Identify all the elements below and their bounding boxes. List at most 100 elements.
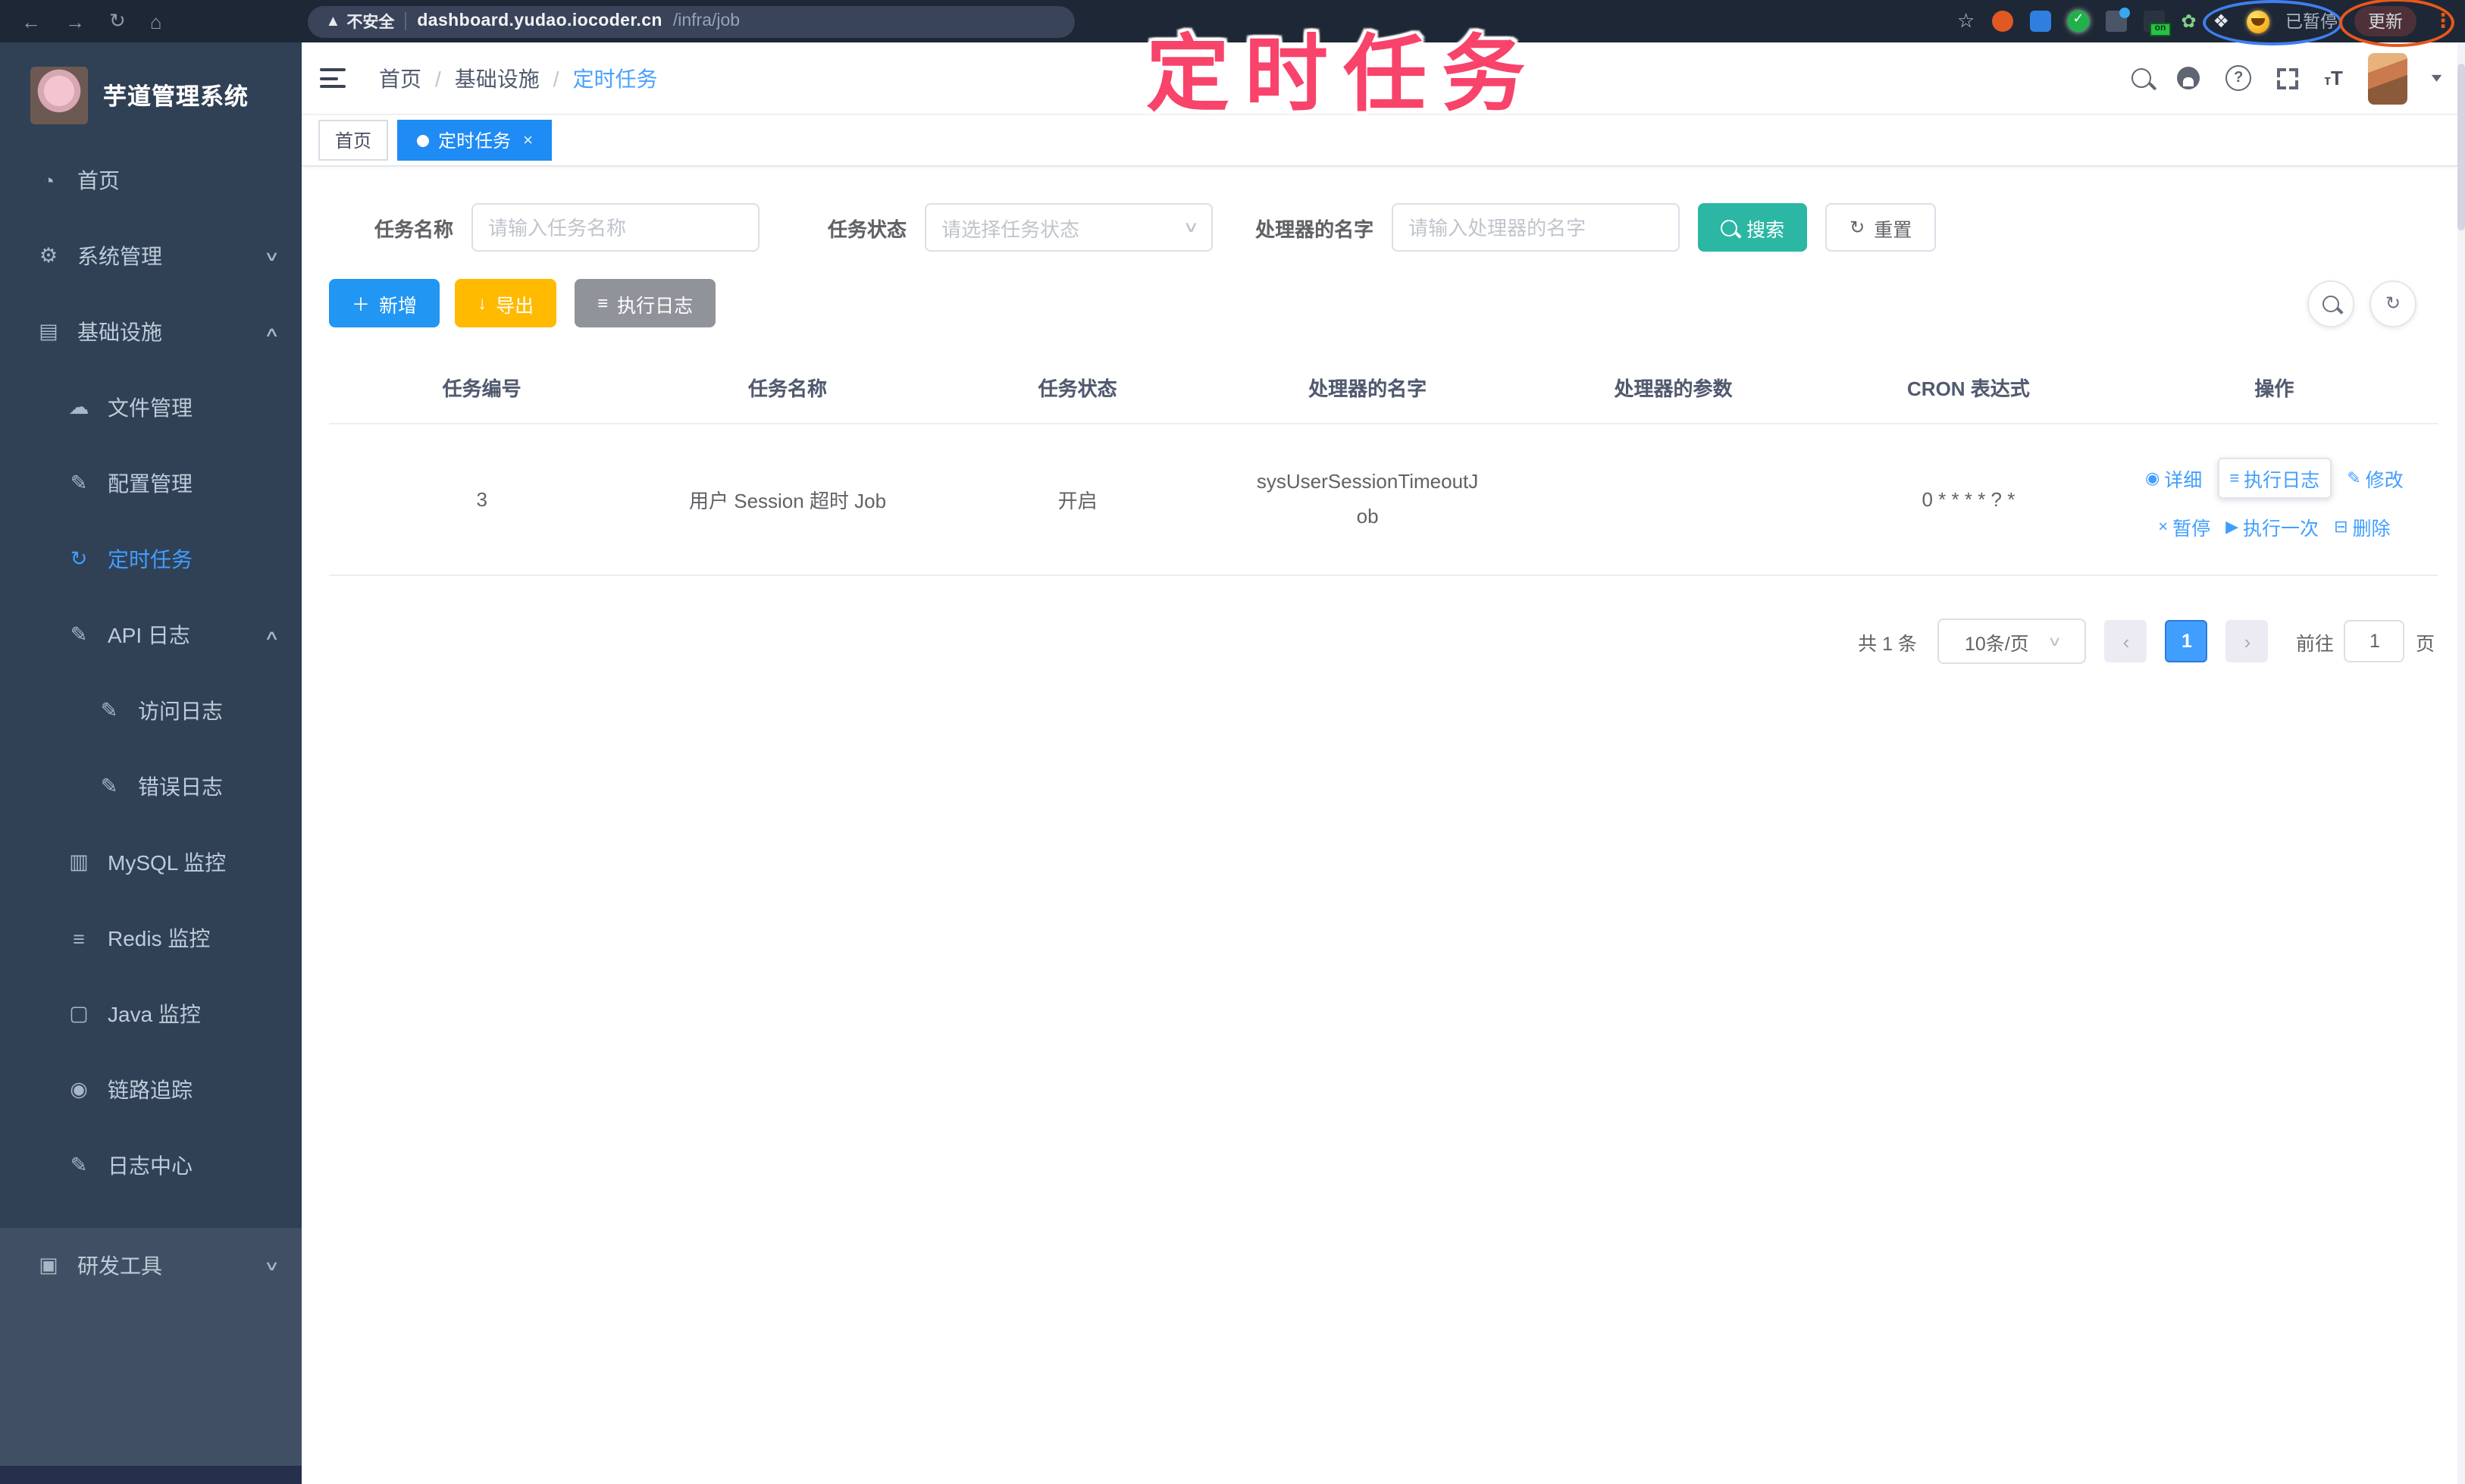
prev-page-button[interactable]: ‹ xyxy=(2104,620,2147,662)
scrollbar[interactable] xyxy=(2457,42,2465,1484)
address-bar[interactable]: ▲ 不安全 dashboard.yudao.iocoder.cn/infra/j… xyxy=(307,5,1075,37)
sidebar-item-label: 基础设施 xyxy=(77,320,162,344)
help-icon[interactable]: ? xyxy=(2225,65,2252,91)
sidebar-item-home[interactable]: ◔ 首页 xyxy=(0,142,302,218)
next-page-button[interactable]: › xyxy=(2225,620,2269,662)
profile-emoji-avatar[interactable] xyxy=(2246,10,2269,33)
handler-name-input[interactable] xyxy=(1392,203,1680,252)
close-icon: × xyxy=(2158,518,2169,536)
col-cron: CRON 表达式 xyxy=(1826,352,2111,424)
exec-log-button[interactable]: ≡ 执行日志 xyxy=(575,279,716,327)
delete-link[interactable]: ⊟ 删除 xyxy=(2334,512,2390,541)
browser-toolbar: ← → ↻ ⌂ ▲ 不安全 dashboard.yudao.iocoder.cn… xyxy=(0,0,2465,47)
pagination: 共 1 条 10条/页 ∨ ‹ 1 › 前往 页 xyxy=(329,618,2438,664)
sidebar-item-tracing[interactable]: ◉ 链路追踪 xyxy=(0,1052,302,1128)
extension-icon[interactable] xyxy=(2029,11,2051,32)
sidebar-item-dev-tools[interactable]: ▣ 研发工具 ∨ xyxy=(0,1228,302,1304)
breadcrumb-infra[interactable]: 基础设施 xyxy=(455,63,540,93)
edit-link[interactable]: ✎ 修改 xyxy=(2347,464,2403,493)
breadcrumb-home[interactable]: 首页 xyxy=(379,63,421,93)
sidebar-item-label: 配置管理 xyxy=(108,471,193,496)
app-title: 芋道管理系统 xyxy=(103,85,249,111)
page-1-button[interactable]: 1 xyxy=(2165,620,2208,662)
divider xyxy=(405,12,407,30)
extensions-puzzle-icon[interactable]: ❖ xyxy=(2213,11,2229,32)
sidebar-item-config-manage[interactable]: ✎ 配置管理 xyxy=(0,446,302,521)
run-once-link[interactable]: ▶ 执行一次 xyxy=(2225,512,2319,541)
sidebar-item-label: 定时任务 xyxy=(108,547,193,571)
pause-link[interactable]: × 暂停 xyxy=(2158,512,2210,541)
add-button-label: 新增 xyxy=(379,295,418,316)
list-icon: ≡ xyxy=(2229,469,2240,487)
sidebar-item-infra[interactable]: ▤ 基础设施 ∧ xyxy=(0,294,302,370)
reset-button[interactable]: ↻ 重置 xyxy=(1825,203,1937,252)
refresh-button[interactable]: ↻ xyxy=(2369,280,2416,327)
detail-link[interactable]: ◉ 详细 xyxy=(2145,464,2202,493)
bookmark-star-icon[interactable]: ☆ xyxy=(1957,9,1975,33)
download-icon: ↓ xyxy=(478,293,487,314)
extension-icon[interactable] xyxy=(1991,11,2013,32)
extension-icon[interactable]: ✿ xyxy=(2181,11,2196,32)
sidebar-item-scheduled-jobs[interactable]: ↻ 定时任务 xyxy=(0,521,302,597)
user-avatar[interactable] xyxy=(2368,52,2408,104)
task-status-select[interactable]: 请选择任务状态 ∨ xyxy=(925,203,1214,252)
export-button[interactable]: ↓ 导出 xyxy=(455,279,557,327)
page-content: 任务名称 任务状态 请选择任务状态 ∨ 处理器的名字 搜索 xyxy=(302,167,2465,1484)
log-icon: ✎ xyxy=(100,699,118,722)
tab-scheduled-jobs[interactable]: 定时任务 × xyxy=(397,120,553,161)
font-size-icon[interactable]: тT xyxy=(2324,67,2343,89)
hide-search-button[interactable] xyxy=(2307,280,2354,327)
browser-forward-icon[interactable]: → xyxy=(65,10,85,33)
app-logo-row[interactable]: 芋道管理系统 xyxy=(0,42,302,142)
app-header: 首页 / 基础设施 / 定时任务 ? тT ▾ xyxy=(302,42,2465,115)
browser-home-icon[interactable]: ⌂ xyxy=(150,10,162,33)
col-actions: 操作 xyxy=(2110,352,2438,424)
chevron-down-icon[interactable]: ▾ xyxy=(2432,70,2443,86)
scrollbar-thumb[interactable] xyxy=(2457,64,2465,230)
github-icon[interactable] xyxy=(2177,67,2200,89)
plus-icon: ＋ xyxy=(352,293,371,315)
goto-page-input[interactable] xyxy=(2344,620,2405,662)
app-logo xyxy=(30,67,88,124)
close-icon[interactable]: × xyxy=(523,131,533,149)
sync-paused-label: 已暂停 xyxy=(2285,14,2338,32)
sidebar-bottom-strip xyxy=(0,1466,302,1484)
search-button[interactable]: 搜索 xyxy=(1698,203,1808,252)
add-button[interactable]: ＋ 新增 xyxy=(329,279,440,327)
chevron-down-icon: ∨ xyxy=(264,1257,280,1273)
warning-icon: ▲ xyxy=(325,13,341,30)
jobs-table: 任务编号 任务名称 任务状态 处理器的名字 处理器的参数 CRON 表达式 操作… xyxy=(329,352,2438,576)
sidebar-item-error-log[interactable]: ✎ 错误日志 xyxy=(0,749,302,825)
sidebar-item-java-monitor[interactable]: ▢ Java 监控 xyxy=(0,976,302,1052)
browser-reload-icon[interactable]: ↻ xyxy=(109,9,126,33)
sidebar-item-log-center[interactable]: ✎ 日志中心 xyxy=(0,1128,302,1204)
search-button-label: 搜索 xyxy=(1746,219,1785,240)
url-path: /infra/job xyxy=(672,12,741,30)
tab-home[interactable]: 首页 xyxy=(318,120,389,161)
col-job-name: 任务名称 xyxy=(634,352,941,424)
browser-update-button[interactable]: 更新 xyxy=(2354,6,2416,36)
page-size-select[interactable]: 10条/页 ∨ xyxy=(1937,618,2087,664)
extension-icon[interactable]: on xyxy=(2143,11,2171,36)
browser-menu-icon[interactable]: ⋮ xyxy=(2433,9,2453,33)
extension-icon[interactable] xyxy=(2105,8,2130,32)
sidebar-item-redis-monitor[interactable]: ≡ Redis 监控 xyxy=(0,900,302,976)
search-icon[interactable] xyxy=(2131,68,2152,88)
extension-icon[interactable] xyxy=(2067,11,2089,32)
sidebar-item-label: Java 监控 xyxy=(108,1002,201,1026)
fullscreen-icon[interactable] xyxy=(2277,67,2299,89)
table-row: 3 用户 Session 超时 Job 开启 sysUserSessionTim… xyxy=(329,424,2438,576)
sidebar-item-system[interactable]: ⚙ 系统管理 ∨ xyxy=(0,218,302,294)
task-name-input[interactable] xyxy=(471,203,760,252)
sidebar-item-access-log[interactable]: ✎ 访问日志 xyxy=(0,673,302,749)
not-secure-badge[interactable]: ▲ 不安全 xyxy=(326,10,395,33)
database-icon: ▥ xyxy=(69,850,89,873)
sidebar-item-file-manage[interactable]: ☁ 文件管理 xyxy=(0,370,302,446)
collapse-sidebar-icon[interactable] xyxy=(320,68,346,88)
filter-form: 任务名称 任务状态 请选择任务状态 ∨ 处理器的名字 搜索 xyxy=(374,203,2438,252)
sidebar-item-mysql-monitor[interactable]: ▥ MySQL 监控 xyxy=(0,825,302,900)
row-exec-log-link[interactable]: ≡ 执行日志 xyxy=(2217,458,2332,499)
browser-back-icon[interactable]: ← xyxy=(21,10,41,33)
sidebar-item-api-log[interactable]: ✎ API 日志 ∧ xyxy=(0,597,302,673)
cell-cron: 0 * * * * ? * xyxy=(1826,424,2111,576)
